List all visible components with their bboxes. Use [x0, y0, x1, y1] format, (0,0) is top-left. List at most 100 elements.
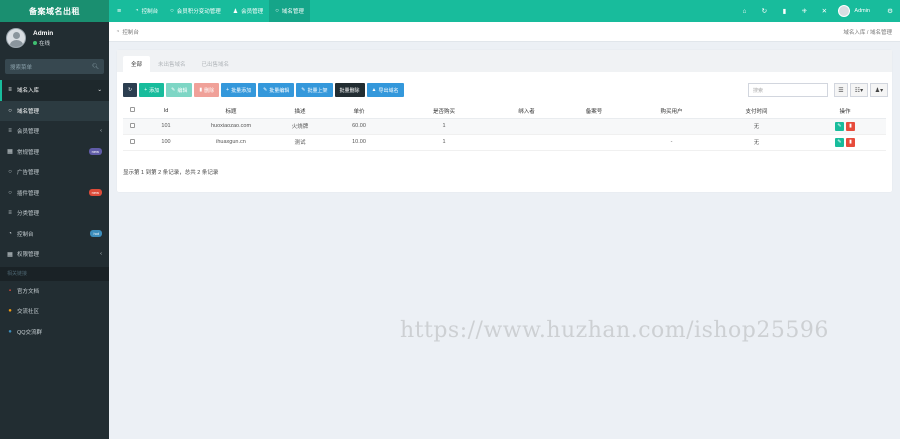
delete-row-button[interactable]: ▮ — [846, 121, 855, 131]
tab-label: 会员积分变动管理 — [176, 9, 221, 15]
cell-paytime: 无 — [709, 134, 804, 151]
list-icon: ≡ — [8, 128, 12, 135]
breadcrumb-path[interactable]: 域名入库 / 域名管理 — [843, 28, 892, 36]
button-label: 批量添加 — [231, 87, 252, 94]
col-price[interactable]: 单价 — [329, 104, 389, 119]
col-title[interactable]: 标题 — [191, 104, 271, 119]
table-row[interactable]: 100 ihuaxgun.cn 测试 10.00 1 - 无 ✎ ▮ — [123, 134, 886, 151]
top-navbar: ≡ ◔ 控制台 ○ 会员积分变动管理 ♟ 会员管理 ○ 域名管理 ⌂ ↻ ▮ ⁜… — [109, 0, 900, 22]
cell-binder — [499, 134, 554, 151]
cell-purchased: 1 — [389, 134, 499, 151]
add-button[interactable]: + 添加 — [139, 83, 165, 97]
row-checkbox[interactable] — [123, 118, 141, 135]
sidebar-item-label: 域名入库 — [17, 88, 40, 95]
cell-desc: 火烧牌 — [271, 118, 329, 135]
search-icon[interactable]: 🔍︎ — [92, 64, 99, 70]
button-label: 批量删除 — [339, 87, 360, 94]
sidebar-item-general-manage[interactable]: ▦ 常规管理 new — [0, 142, 109, 163]
col-purchased[interactable]: 是否购买 — [389, 104, 499, 119]
settings-icon[interactable]: ⚙ — [880, 7, 900, 15]
toggle-view-button[interactable]: ☰ — [834, 83, 848, 97]
home-icon[interactable]: ⌂ — [734, 8, 754, 15]
tab-unsold[interactable]: 未出售域名 — [150, 56, 194, 72]
sidebar-item-category-manage[interactable]: ≡ 分类管理 — [0, 203, 109, 224]
export-button[interactable]: ▲ 导出域名 — [366, 83, 404, 97]
sidebar-search-placeholder: 搜索菜单 — [10, 64, 33, 71]
tab-domain-manage[interactable]: ○ 域名管理 — [269, 0, 310, 22]
col-desc[interactable]: 描述 — [271, 104, 329, 119]
user-name: Admin — [33, 29, 54, 37]
sidebar-link-qq[interactable]: ● QQ交流群 — [0, 322, 109, 343]
qq-icon: ● — [8, 328, 12, 335]
sidebar: 备案域名出租 Admin 在线 搜索菜单 🔍︎ ≡ 域名入库 ⌄ ○ 域名管理 … — [0, 0, 109, 439]
cell-buyer: - — [634, 134, 709, 151]
tab-dashboard[interactable]: ◔ 控制台 — [129, 0, 164, 22]
row-checkbox[interactable] — [123, 134, 141, 151]
sidebar-item-member-manage[interactable]: ≡ 会员管理 ‹ — [0, 121, 109, 142]
sidebar-link-label: QQ交流群 — [17, 329, 43, 336]
button-label: 删除 — [204, 87, 215, 94]
sidebar-item-label: 广告管理 — [17, 170, 40, 177]
refresh-icon[interactable]: ↻ — [754, 7, 774, 15]
sidebar-item-ad-manage[interactable]: ○ 广告管理 — [0, 162, 109, 183]
sidebar-item-domain-manage[interactable]: ○ 域名管理 — [0, 100, 109, 121]
select-all-checkbox[interactable] — [123, 104, 141, 119]
sidebar-item-plugin-manage[interactable]: ○ 插件管理 new — [0, 183, 109, 204]
edit-row-button[interactable]: ✎ — [835, 121, 844, 131]
sidebar-link-docs[interactable]: ▪ 官方文档 — [0, 281, 109, 302]
cell-price: 10.00 — [329, 134, 389, 151]
tab-all[interactable]: 全部 — [123, 56, 151, 72]
col-buyer[interactable]: 购买用户 — [634, 104, 709, 119]
table-search-input[interactable]: 搜索 — [748, 83, 828, 97]
breadcrumb-current[interactable]: 控制台 — [122, 28, 139, 36]
chat-icon: ● — [8, 308, 12, 315]
tab-sold[interactable]: 已出售域名 — [194, 56, 238, 72]
sidebar-item-permission-manage[interactable]: ▦ 权限管理 ‹ — [0, 244, 109, 265]
refresh-icon: ↻ — [128, 87, 133, 93]
col-paytime[interactable]: 支付时间 — [709, 104, 804, 119]
circle-icon: ○ — [275, 8, 279, 14]
grid-icon: ▦ — [7, 251, 13, 258]
trash-icon[interactable]: ▮ — [774, 7, 794, 15]
col-icp[interactable]: 备案号 — [554, 104, 634, 119]
batch-add-button[interactable]: + 批量添加 — [221, 83, 257, 97]
menu-toggle-icon[interactable]: ≡ — [109, 8, 129, 15]
fullscreen-icon[interactable]: ✕ — [814, 7, 834, 15]
brand-logo[interactable]: 备案域名出租 — [0, 0, 109, 22]
tab-member-manage[interactable]: ♟ 会员管理 — [227, 0, 269, 22]
columns-button[interactable]: ☷▾ — [850, 83, 868, 97]
delete-button[interactable]: ▮ 删除 — [194, 83, 220, 97]
cell-binder — [499, 118, 554, 135]
batch-publish-button[interactable]: ✎ 批量上架 — [296, 83, 333, 97]
cell-id: 100 — [141, 134, 191, 151]
sidebar-link-community[interactable]: ● 交流社区 — [0, 301, 109, 322]
cell-title: ihuaxgun.cn — [191, 134, 271, 151]
batch-delete-button[interactable]: 批量删除 — [334, 83, 365, 97]
export-menu-button[interactable]: ♟▾ — [870, 83, 888, 97]
table-header-row: Id 标题 描述 单价 是否购买 绑入者 备案号 购买用户 支付时间 操作 — [123, 104, 886, 119]
sidebar-item-dashboard[interactable]: ◔ 控制台 hot — [0, 224, 109, 245]
tab-points-log[interactable]: ○ 会员积分变动管理 — [164, 0, 227, 22]
tab-label: 控制台 — [141, 9, 159, 15]
columns-icon: ☷▾ — [854, 87, 864, 94]
sidebar-search-input[interactable]: 搜索菜单 🔍︎ — [5, 59, 104, 74]
sidebar-item-label: 会员管理 — [17, 129, 40, 136]
admin-user-menu[interactable]: Admin — [834, 5, 880, 17]
pencil-icon: ✎ — [301, 87, 306, 93]
edit-row-button[interactable]: ✎ — [835, 137, 844, 147]
cell-id: 101 — [141, 118, 191, 135]
col-id[interactable]: Id — [141, 104, 191, 119]
language-icon[interactable]: ⁜ — [794, 7, 814, 15]
sidebar-item-label: 控制台 — [17, 231, 34, 238]
refresh-button[interactable]: ↻ — [123, 83, 138, 97]
button-label: 导出域名 — [378, 87, 399, 94]
batch-edit-button[interactable]: ✎ 批量编辑 — [258, 83, 295, 97]
plus-icon: + — [144, 87, 148, 93]
edit-button[interactable]: ✎ 编辑 — [166, 83, 193, 97]
cell-title: huoxiaozao.com — [191, 118, 271, 135]
col-binder[interactable]: 绑入者 — [499, 104, 554, 119]
cell-icp — [554, 134, 634, 151]
table-row[interactable]: 101 huoxiaozao.com 火烧牌 60.00 1 无 ✎ ▮ — [123, 118, 886, 135]
delete-row-button[interactable]: ▮ — [846, 137, 855, 147]
sidebar-item-domain-storage[interactable]: ≡ 域名入库 ⌄ — [0, 80, 109, 101]
